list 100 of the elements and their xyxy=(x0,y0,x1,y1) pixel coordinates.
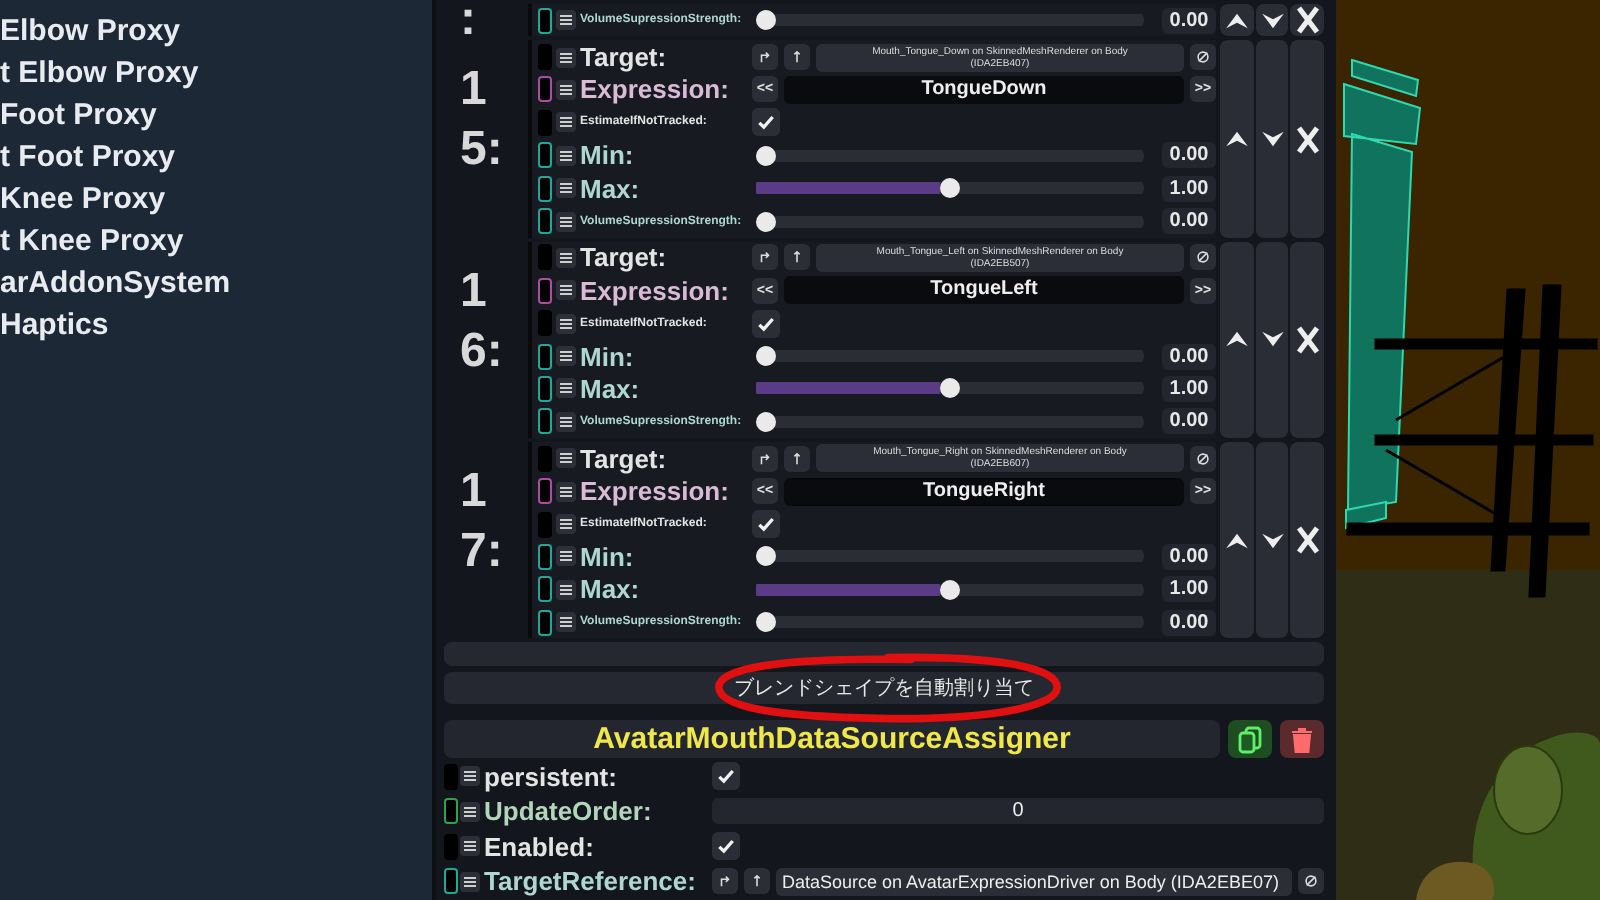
up-button[interactable] xyxy=(784,244,810,271)
jump-button[interactable] xyxy=(752,44,778,71)
remove-button[interactable] xyxy=(1290,241,1325,439)
up-button[interactable] xyxy=(744,868,770,895)
value-field[interactable]: 1.00 xyxy=(1162,576,1216,603)
slider-thumb[interactable] xyxy=(756,211,776,232)
slider[interactable] xyxy=(756,612,1144,633)
value-field[interactable]: 0.00 xyxy=(1162,343,1216,370)
hierarchy-item[interactable]: Knee Proxy xyxy=(0,178,432,220)
menu-icon[interactable] xyxy=(556,10,576,31)
null-icon xyxy=(1304,874,1318,889)
slider[interactable] xyxy=(756,546,1144,567)
menu-icon[interactable] xyxy=(556,247,576,268)
hierarchy-item[interactable]: arAddonSystem xyxy=(0,262,432,304)
menu-icon[interactable] xyxy=(460,836,480,857)
slider[interactable] xyxy=(756,145,1144,166)
menu-icon[interactable] xyxy=(556,514,576,535)
slider[interactable] xyxy=(756,10,1144,31)
value-field[interactable]: 0.00 xyxy=(1162,142,1216,169)
corner-arrow-icon xyxy=(758,50,772,65)
number-field[interactable]: 0 xyxy=(712,798,1324,825)
enum-field[interactable]: TongueRight xyxy=(784,477,1184,506)
field-label: Expression: xyxy=(580,476,731,507)
up-button[interactable] xyxy=(784,44,810,71)
menu-icon[interactable] xyxy=(556,612,576,633)
hierarchy-item[interactable]: Elbow Proxy xyxy=(0,10,432,52)
up-button[interactable] xyxy=(784,445,810,472)
menu-icon[interactable] xyxy=(556,448,576,469)
remove-button[interactable] xyxy=(1290,442,1325,639)
checkbox[interactable] xyxy=(752,309,780,338)
menu-icon[interactable] xyxy=(556,313,576,334)
clear-button[interactable] xyxy=(1190,445,1216,472)
slider-thumb[interactable] xyxy=(940,579,960,600)
value-field[interactable]: 0.00 xyxy=(1162,609,1216,636)
menu-icon[interactable] xyxy=(556,579,576,600)
value-field[interactable]: 0.00 xyxy=(1162,7,1216,34)
slider[interactable] xyxy=(756,211,1144,232)
jump-button[interactable] xyxy=(712,868,738,895)
slider[interactable] xyxy=(756,411,1144,432)
slider-thumb[interactable] xyxy=(756,346,776,367)
menu-icon[interactable] xyxy=(556,145,576,166)
checkbox[interactable] xyxy=(752,108,780,137)
slider-thumb[interactable] xyxy=(756,612,776,633)
slider[interactable] xyxy=(756,346,1144,367)
menu-icon[interactable] xyxy=(556,178,576,199)
slider-thumb[interactable] xyxy=(756,546,776,567)
remove-button[interactable] xyxy=(1290,4,1325,37)
enum-field[interactable]: TongueDown xyxy=(784,75,1184,104)
menu-icon[interactable] xyxy=(460,766,480,787)
clear-button[interactable] xyxy=(1298,868,1324,895)
value-field[interactable]: 0.00 xyxy=(1162,408,1216,435)
field-label: Max: xyxy=(580,574,642,605)
menu-icon[interactable] xyxy=(556,378,576,399)
checkbox[interactable] xyxy=(712,832,740,861)
menu-icon[interactable] xyxy=(556,411,576,432)
slider-thumb[interactable] xyxy=(940,378,960,399)
menu-icon[interactable] xyxy=(556,481,576,502)
list-button[interactable] xyxy=(444,642,1324,667)
value-field[interactable]: 0.00 xyxy=(1162,543,1216,570)
jump-button[interactable] xyxy=(752,244,778,271)
delete-button[interactable] xyxy=(1280,720,1324,759)
menu-icon[interactable] xyxy=(556,112,576,133)
remove-button[interactable] xyxy=(1290,40,1325,238)
menu-icon[interactable] xyxy=(556,47,576,68)
menu-icon[interactable] xyxy=(556,346,576,367)
slider-thumb[interactable] xyxy=(756,10,776,31)
value-field[interactable]: 0.00 xyxy=(1162,208,1216,235)
hierarchy-item[interactable]: Foot Proxy xyxy=(0,94,432,136)
slider[interactable] xyxy=(756,378,1144,399)
move-up-button[interactable] xyxy=(1220,4,1254,37)
null-icon xyxy=(1196,451,1210,466)
checkbox[interactable] xyxy=(712,762,740,791)
menu-icon[interactable] xyxy=(556,211,576,232)
value-field[interactable]: 1.00 xyxy=(1162,175,1216,202)
menu-icon[interactable] xyxy=(556,79,576,100)
slider[interactable] xyxy=(756,178,1144,199)
enum-field[interactable]: TongueLeft xyxy=(784,276,1184,305)
clear-button[interactable] xyxy=(1190,44,1216,71)
menu-icon[interactable] xyxy=(556,546,576,567)
jump-button[interactable] xyxy=(752,445,778,472)
duplicate-button[interactable] xyxy=(1228,720,1272,759)
checkmark-icon xyxy=(716,766,736,787)
auto-assign-button[interactable]: ブレンドシェイプを自動割り当て xyxy=(444,672,1324,705)
menu-icon[interactable] xyxy=(460,801,480,822)
slider-thumb[interactable] xyxy=(756,411,776,432)
value-field[interactable]: 1.00 xyxy=(1162,375,1216,402)
checkbox[interactable] xyxy=(752,510,780,539)
field-label: TargetReference: xyxy=(484,866,698,897)
hierarchy-item[interactable]: Haptics xyxy=(0,304,432,346)
menu-icon[interactable] xyxy=(460,871,480,892)
slider-thumb[interactable] xyxy=(756,145,776,166)
slider-thumb[interactable] xyxy=(940,178,960,199)
clear-button[interactable] xyxy=(1190,244,1216,271)
menu-icon[interactable] xyxy=(556,280,576,301)
hierarchy-item[interactable]: t Foot Proxy xyxy=(0,136,432,178)
hierarchy-item[interactable]: t Knee Proxy xyxy=(0,220,432,262)
reference-field[interactable]: DataSource on AvatarExpressionDriver on Body (IDA2EBE07) xyxy=(776,867,1292,896)
move-down-button[interactable] xyxy=(1255,4,1289,37)
slider[interactable] xyxy=(756,579,1144,600)
hierarchy-item[interactable]: t Elbow Proxy xyxy=(0,52,432,94)
